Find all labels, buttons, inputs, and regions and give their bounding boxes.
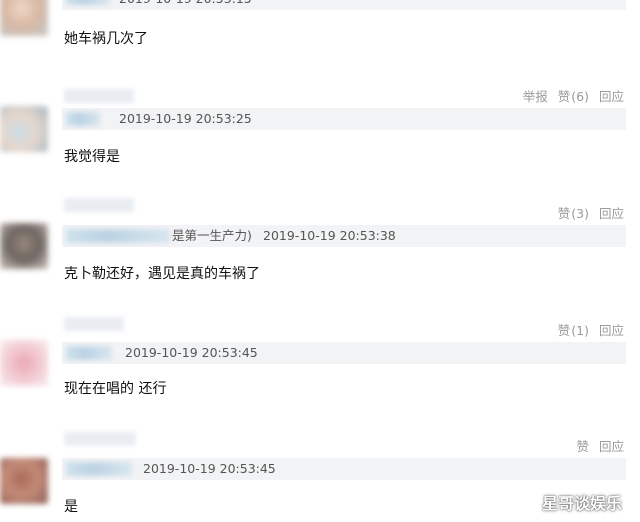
avatar[interactable] (0, 340, 48, 386)
comment-text: 她车祸几次了 (64, 31, 148, 47)
comment-timestamp: 2019-10-19 20:53:38 (263, 228, 396, 243)
reply-link[interactable]: 回应 (599, 320, 624, 339)
comment-text: 我觉得是 (64, 149, 120, 165)
username[interactable] (66, 0, 110, 5)
username-blurred[interactable] (64, 198, 134, 212)
comment-feed: 2019-10-19 20:53:15 她车祸几次了 举报 赞(6) 回应 20… (0, 0, 640, 522)
avatar[interactable] (0, 106, 48, 152)
username-suffix: 是第一生产力) (172, 228, 252, 243)
reply-link[interactable]: 回应 (599, 86, 624, 105)
username[interactable] (66, 112, 100, 126)
like-button[interactable]: 赞(1) (558, 320, 589, 339)
comment-text: 克卜勒还好，遇见是真的车祸了 (64, 266, 260, 282)
watermark: 星哥谈娱乐 (516, 490, 622, 514)
comment-actions: 赞(1) 回应 (558, 320, 624, 339)
username[interactable] (66, 462, 132, 476)
like-button[interactable]: 赞(3) (558, 203, 589, 222)
username-blurred[interactable] (64, 432, 136, 446)
comment-actions: 举报 赞(6) 回应 (523, 86, 624, 105)
avatar[interactable] (0, 0, 48, 36)
reply-link[interactable]: 回应 (599, 203, 624, 222)
comment-timestamp: 2019-10-19 20:53:25 (119, 111, 252, 126)
comment-timestamp: 2019-10-19 20:53:15 (119, 0, 252, 10)
reply-link[interactable]: 回应 (599, 436, 624, 455)
like-label: 赞 (576, 439, 589, 454)
avatar[interactable] (0, 223, 48, 269)
like-label: 赞 (557, 323, 571, 338)
watermark-text: 星哥谈娱乐 (541, 494, 622, 513)
username-blurred[interactable] (64, 317, 124, 331)
report-link[interactable]: 举报 (523, 86, 548, 105)
comment-actions: 赞 回应 (576, 436, 624, 455)
like-label: 赞 (557, 89, 571, 104)
username-blurred[interactable] (64, 89, 134, 103)
like-count: (1) (571, 323, 589, 338)
comment-text: 现在在唱的 还行 (64, 381, 167, 397)
like-button[interactable]: 赞(6) (558, 86, 589, 105)
username[interactable] (66, 229, 170, 243)
like-button[interactable]: 赞 (576, 436, 589, 455)
comment-timestamp: 2019-10-19 20:53:45 (143, 461, 276, 476)
comment-actions: 赞(3) 回应 (558, 203, 624, 222)
comment-timestamp: 2019-10-19 20:53:45 (125, 345, 258, 360)
username[interactable] (66, 346, 112, 360)
like-count: (3) (571, 206, 589, 221)
like-count: (6) (571, 89, 589, 104)
comment-text: 是 (64, 499, 78, 515)
wechat-icon (516, 491, 538, 513)
like-label: 赞 (557, 206, 571, 221)
avatar[interactable] (0, 458, 48, 504)
